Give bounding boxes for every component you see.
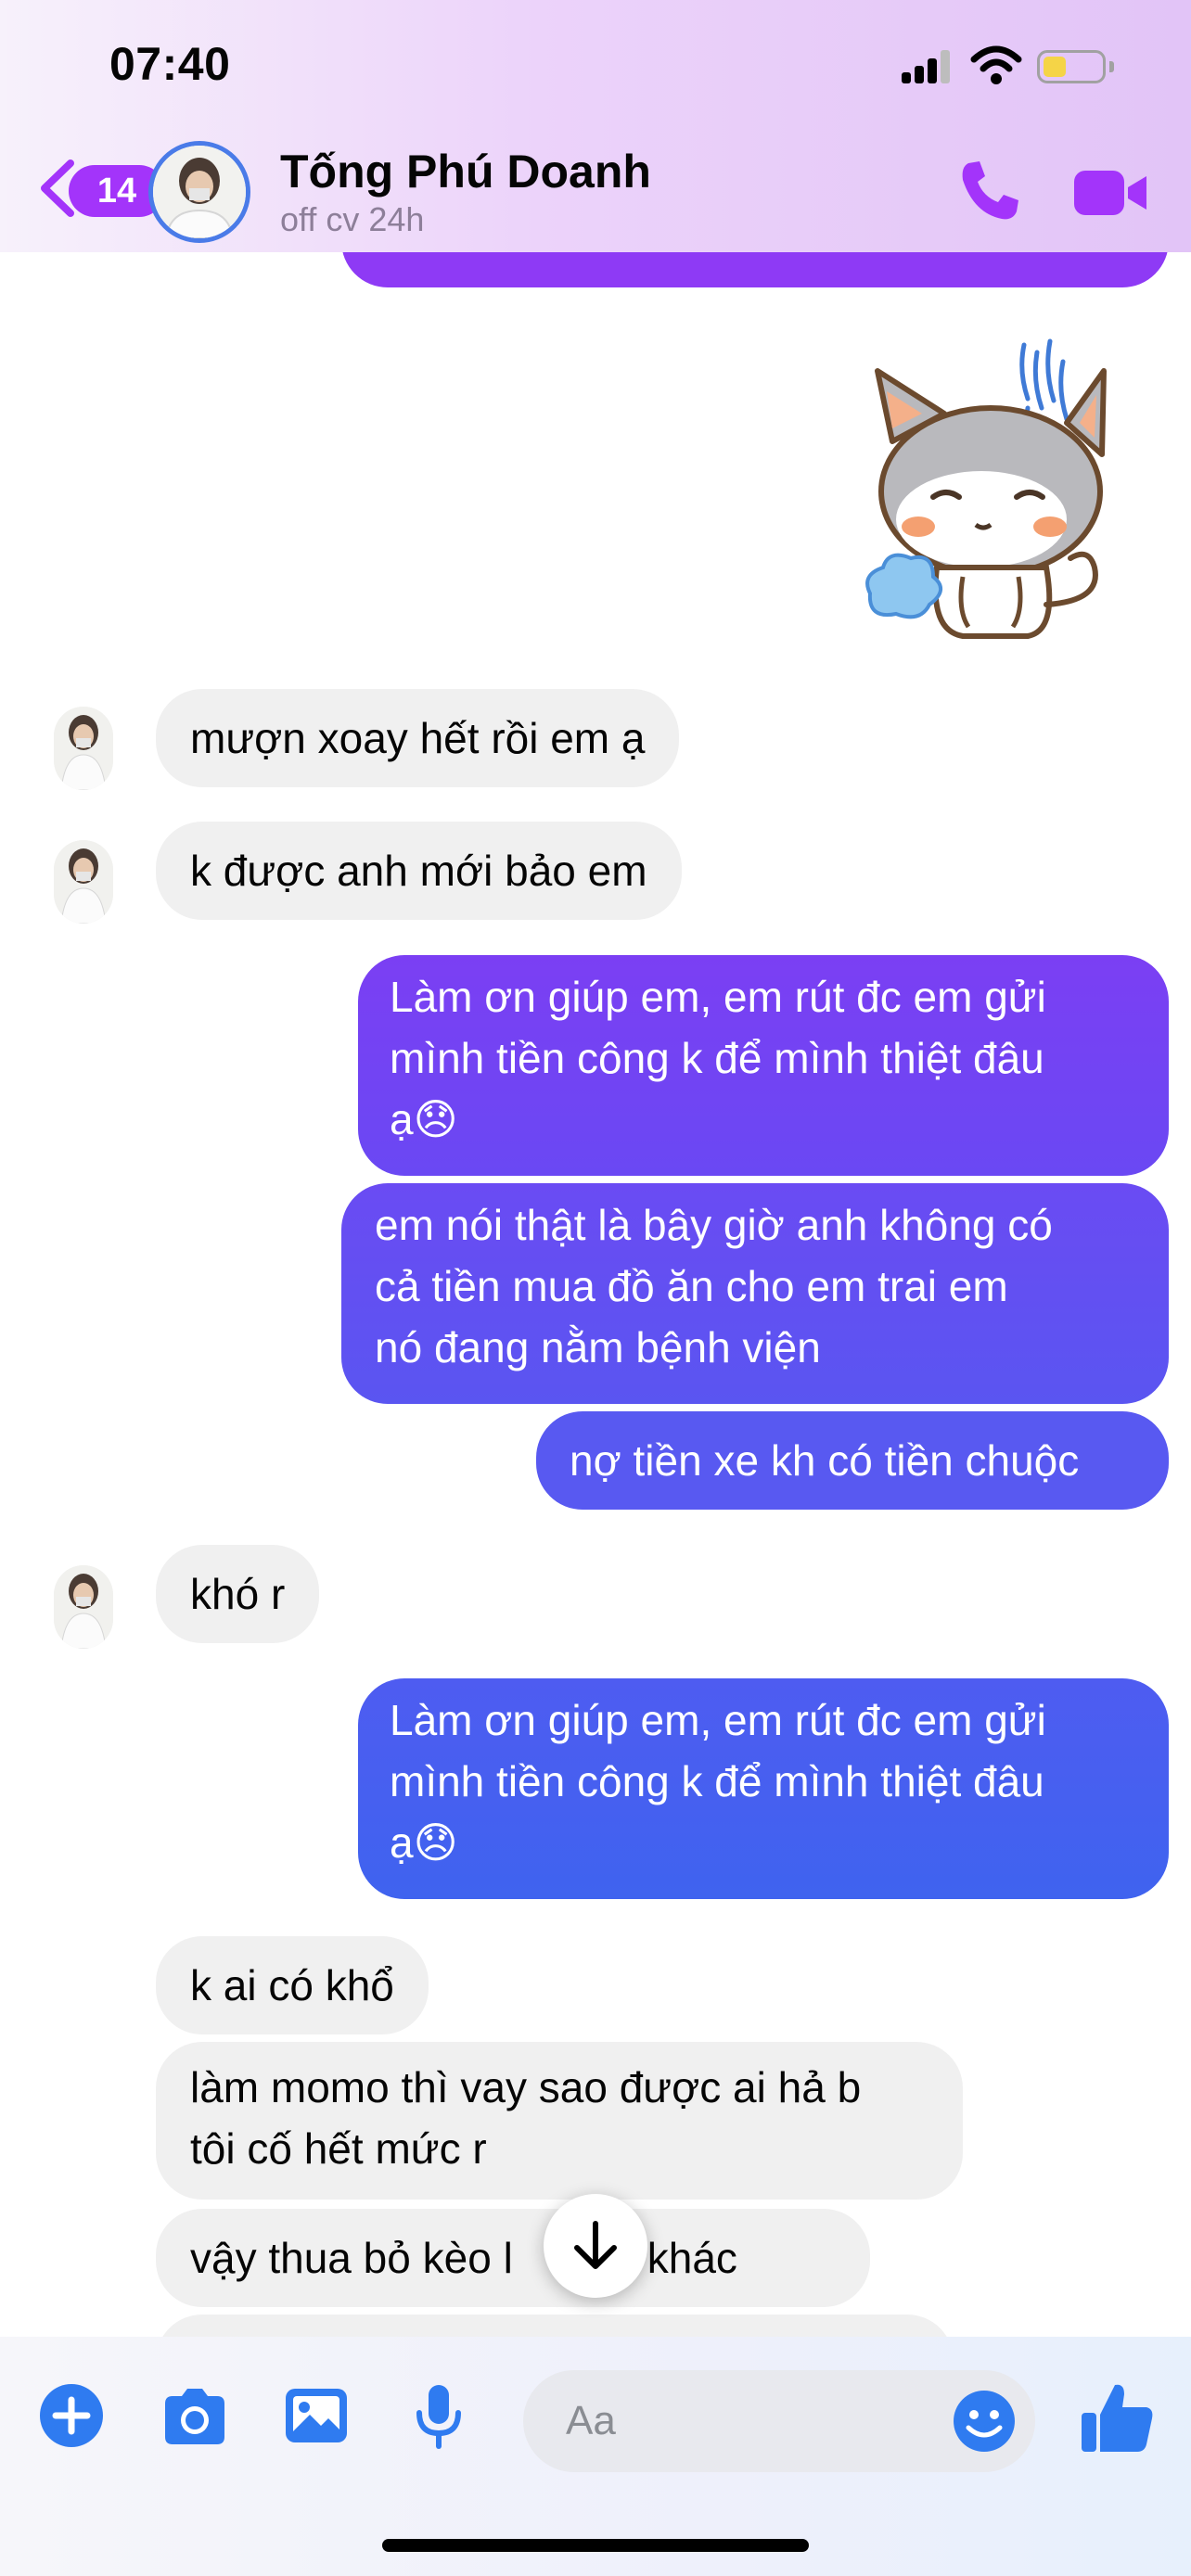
message-text-start: vậy thua bỏ kèo l [190, 2234, 513, 2282]
scroll-to-bottom-button[interactable] [544, 2194, 647, 2298]
video-camera-icon[interactable] [1072, 165, 1148, 221]
battery-icon [1037, 50, 1106, 83]
plus-icon[interactable] [37, 2381, 106, 2450]
message-bubble-incoming[interactable]: làm momo thì vay sao được ai hả b tôi cố… [156, 2042, 963, 2200]
phone-icon[interactable] [955, 158, 1022, 224]
message-bubble-outgoing[interactable]: nợ tiền xe kh có tiền chuộc [536, 1411, 1169, 1510]
message-line: mình tiền công k để mình thiệt đâu [390, 1757, 1044, 1805]
cellular-signal-icon [902, 50, 952, 83]
message-line: làm momo thì vay sao được ai hả b [190, 2063, 862, 2111]
wifi-icon [970, 45, 1022, 84]
crying-cat-sticker[interactable] [852, 334, 1139, 644]
contact-avatar[interactable] [54, 1565, 113, 1649]
message-bubble-incoming[interactable]: k được anh mới bảo em [156, 822, 682, 920]
microphone-icon[interactable] [404, 2381, 473, 2450]
message-line: Làm ơn giúp em, em rút đc em gửi [390, 973, 1046, 1021]
contact-avatar[interactable] [148, 141, 250, 243]
message-bubble-incoming[interactable]: k ai có khổ [156, 1936, 429, 2034]
message-bubble-incoming[interactable]: khó r [156, 1545, 320, 1643]
message-bubble-incoming[interactable]: vậy thua bỏ kèo l kèo khác [156, 2209, 870, 2307]
message-line: mình tiền công k để mình thiệt đâu [390, 1034, 1044, 1082]
camera-icon[interactable] [160, 2381, 228, 2450]
message-line: tôi cố hết mức r [190, 2124, 487, 2173]
battery-cap [1109, 61, 1114, 72]
message-line: em nói thật là bây giờ anh không có [375, 1201, 1053, 1249]
home-indicator[interactable] [382, 2539, 809, 2552]
message-bubble-outgoing[interactable]: Làm ơn giúp em, em rút đc em gửi mình ti… [358, 955, 1169, 1176]
message-bubble-outgoing[interactable]: Làm ơn giúp em, em rút đc em gửi mình ti… [358, 1678, 1169, 1899]
message-line: cả tiền mua đồ ăn cho em trai em [375, 1262, 1008, 1310]
image-icon[interactable] [282, 2381, 351, 2450]
contact-avatar[interactable] [54, 707, 113, 790]
message-list[interactable]: mượn xoay hết rồi em ạ k được anh mới bả… [0, 0, 1191, 2337]
status-time: 07:40 [109, 38, 231, 90]
message-line: ạ😞 [390, 1095, 458, 1143]
message-bubble-incoming[interactable]: mượn xoay hết rồi em ạ [156, 689, 680, 787]
contact-status: off cv 24h [280, 200, 425, 238]
emoji-icon[interactable] [952, 2389, 1017, 2454]
arrow-down-icon [574, 2221, 617, 2269]
message-line: ạ😞 [390, 1818, 458, 1867]
message-line: nó đang nằm bệnh viện [375, 1323, 821, 1371]
message-line: Làm ơn giúp em, em rút đc em gửi [390, 1696, 1046, 1744]
chat-header: 07:40 14 Tống Phú Doanh off cv 24h [0, 0, 1191, 252]
thumbs-up-icon[interactable] [1080, 2379, 1156, 2455]
message-bubble-partial[interactable] [156, 2315, 954, 2337]
contact-avatar[interactable] [54, 840, 113, 924]
back-button[interactable]: 14 [35, 158, 165, 223]
contact-name[interactable]: Tống Phú Doanh [280, 145, 651, 198]
message-bubble-outgoing[interactable]: em nói thật là bây giờ anh không có cả t… [341, 1183, 1169, 1404]
